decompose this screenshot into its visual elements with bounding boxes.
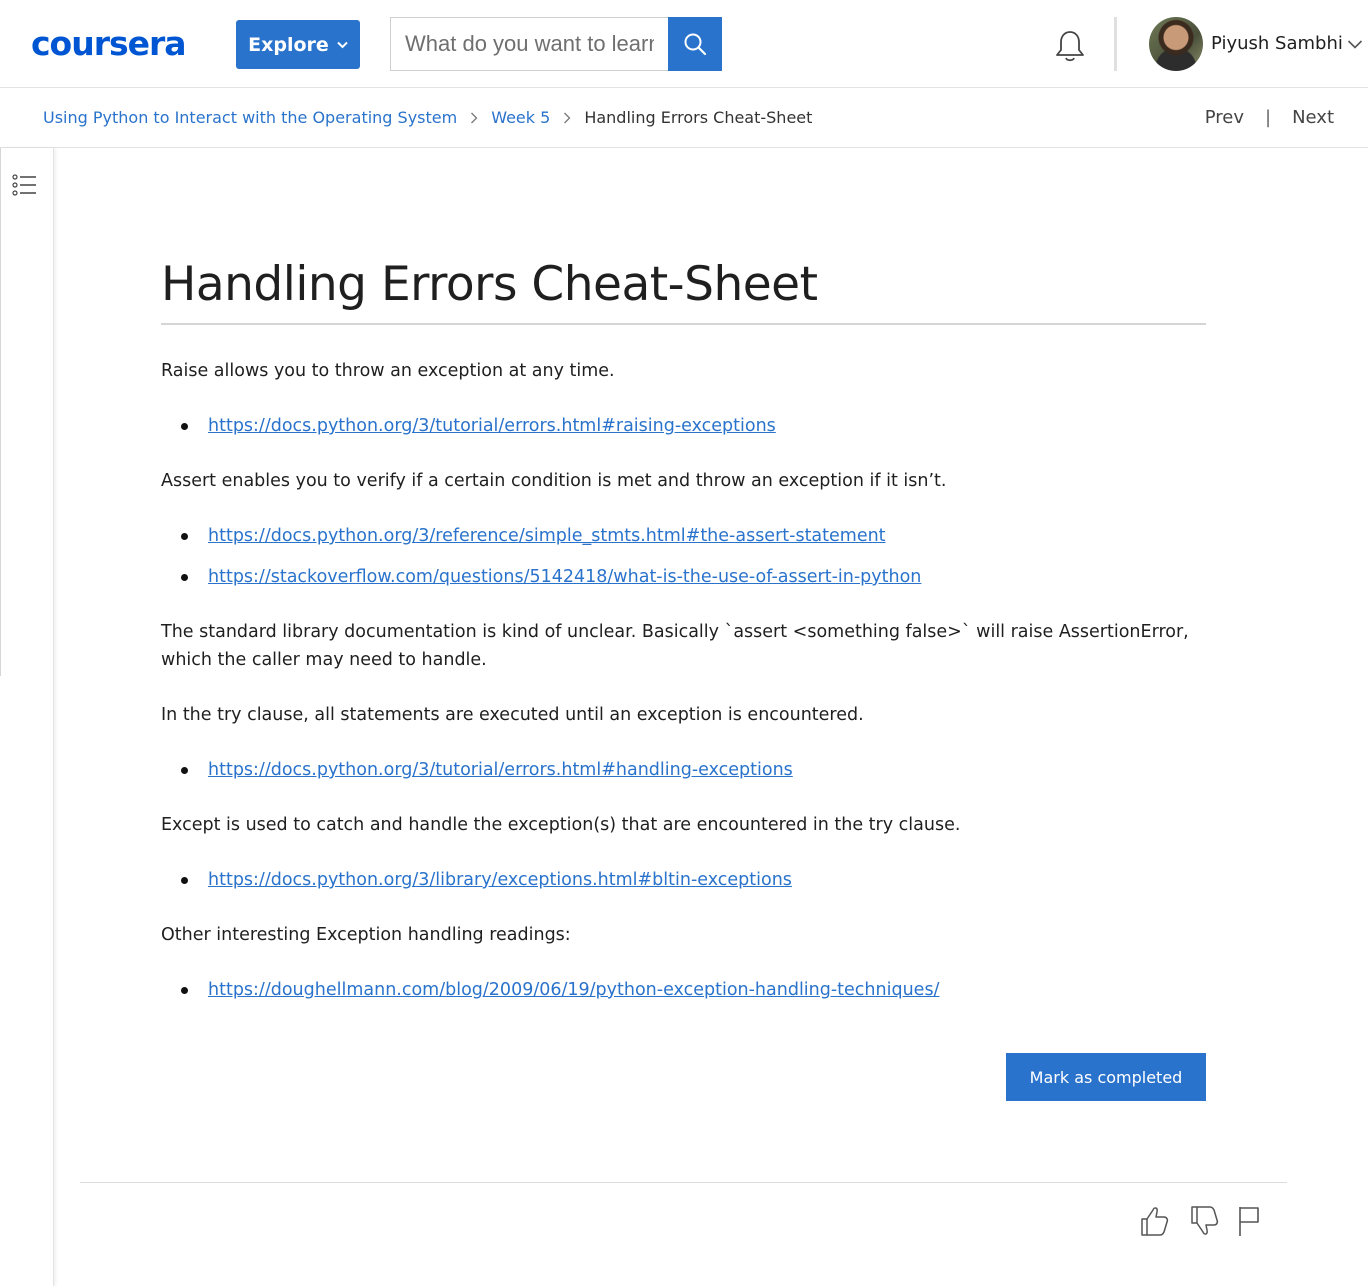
bullet — [181, 767, 188, 774]
search-button[interactable] — [668, 17, 722, 71]
title-divider — [161, 323, 1206, 325]
link-stackoverflow-assert[interactable]: https://stackoverflow.com/questions/5142… — [208, 563, 921, 591]
breadcrumb-bar: Using Python to Interact with the Operat… — [0, 88, 1368, 148]
nav-separator: | — [1264, 107, 1272, 128]
breadcrumb: Using Python to Interact with the Operat… — [43, 107, 812, 129]
notifications-button[interactable] — [1052, 28, 1088, 64]
search-icon — [684, 33, 707, 56]
chevron-down-icon — [337, 41, 348, 48]
bullet — [181, 574, 188, 581]
coursera-logo[interactable]: coursera — [31, 24, 187, 64]
header-divider — [1114, 17, 1117, 71]
user-menu-chevron-icon[interactable] — [1347, 38, 1363, 50]
breadcrumb-course[interactable]: Using Python to Interact with the Operat… — [43, 107, 457, 129]
page-title: Handling Errors Cheat-Sheet — [161, 257, 818, 312]
paragraph-except: Except is used to catch and handle the e… — [161, 815, 961, 835]
table-of-contents-icon[interactable] — [11, 172, 37, 198]
breadcrumb-week[interactable]: Week 5 — [491, 107, 550, 129]
search-input[interactable] — [390, 17, 668, 71]
bullet — [181, 877, 188, 884]
link-raising-exceptions[interactable]: https://docs.python.org/3/tutorial/error… — [208, 412, 776, 440]
bullet — [181, 423, 188, 430]
thumbs-down-icon[interactable] — [1188, 1204, 1220, 1238]
footer-divider — [80, 1182, 1287, 1183]
flag-icon[interactable] — [1236, 1204, 1268, 1238]
link-builtin-exceptions[interactable]: https://docs.python.org/3/library/except… — [208, 866, 792, 894]
next-button[interactable]: Next — [1292, 107, 1334, 129]
top-header: coursera Explore Piyush Sambhi — [0, 0, 1368, 88]
link-handling-exceptions[interactable]: https://docs.python.org/3/tutorial/error… — [208, 756, 793, 784]
user-name[interactable]: Piyush Sambhi — [1211, 31, 1343, 57]
paragraph-try: In the try clause, all statements are ex… — [161, 705, 864, 725]
prev-next-nav: Prev | Next — [1205, 107, 1334, 129]
paragraph-assert: Assert enables you to verify if a certai… — [161, 471, 947, 491]
breadcrumb-current: Handling Errors Cheat-Sheet — [584, 108, 813, 127]
avatar[interactable] — [1149, 17, 1203, 71]
rail-edge — [0, 148, 1, 676]
prev-button[interactable]: Prev — [1205, 107, 1244, 129]
chevron-right-icon — [471, 112, 478, 124]
link-assert-statement[interactable]: https://docs.python.org/3/reference/simp… — [208, 522, 886, 550]
bullet — [181, 533, 188, 540]
paragraph-raise: Raise allows you to throw an exception a… — [161, 361, 615, 381]
paragraph-stdlib-note: The standard library documentation is ki… — [161, 622, 1189, 670]
bell-icon — [1056, 31, 1084, 62]
bullet — [181, 987, 188, 994]
explore-label: Explore — [248, 33, 329, 56]
explore-button[interactable]: Explore — [236, 20, 360, 69]
mark-as-completed-button[interactable]: Mark as completed — [1006, 1053, 1206, 1101]
chevron-right-icon — [564, 112, 571, 124]
paragraph-other-readings: Other interesting Exception handling rea… — [161, 925, 571, 945]
left-rail — [0, 148, 54, 1286]
thumbs-up-icon[interactable] — [1138, 1204, 1170, 1238]
link-doughellmann[interactable]: https://doughellmann.com/blog/2009/06/19… — [208, 976, 939, 1004]
